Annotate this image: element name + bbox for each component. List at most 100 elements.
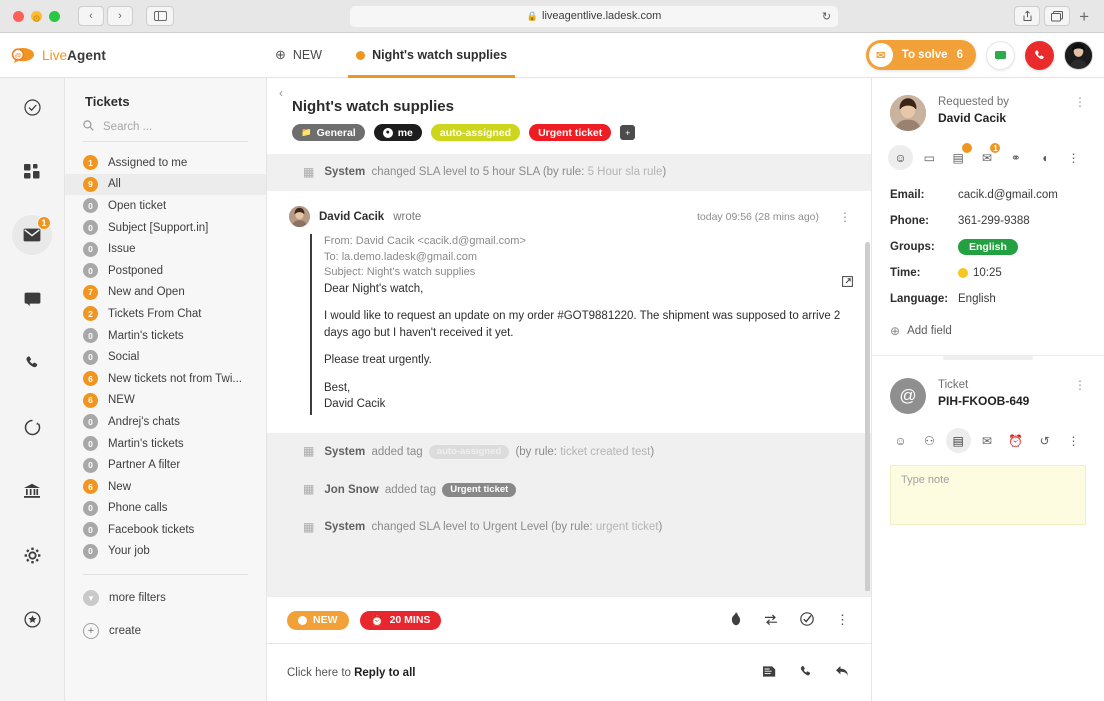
back-button[interactable]: ‹ <box>78 6 104 26</box>
alarm-icon[interactable]: ⏰ <box>1003 428 1028 453</box>
sidebar-filter-item[interactable]: 0 Subject [Support.in] <box>65 217 266 239</box>
close-window-button[interactable] <box>13 10 24 22</box>
requested-by-caption: Requested by <box>938 96 1009 108</box>
rail-item-settings[interactable] <box>12 535 52 575</box>
tab-nights-watch-supplies[interactable]: Night's watch supplies <box>339 33 524 78</box>
chat-status-button[interactable] <box>986 40 1015 70</box>
reply-icon[interactable] <box>835 665 849 680</box>
ticket-more-icon[interactable]: ⋮ <box>1074 378 1086 392</box>
sidebar-filter-item[interactable]: 0 Issue <box>65 238 266 260</box>
scrollbar-thumb[interactable] <box>865 242 870 591</box>
resolve-icon[interactable] <box>800 611 814 629</box>
reply-bar[interactable]: Click here to Reply to all <box>267 643 871 701</box>
note-icon[interactable] <box>762 665 776 681</box>
sidebar-filter-item[interactable]: 0 Partner A filter <box>65 454 266 476</box>
browser-nav[interactable]: ‹ › <box>78 6 133 26</box>
toggle-sidebar-button[interactable] <box>146 6 174 26</box>
primary-nav-rail: 1 <box>0 78 65 701</box>
more-filters-button[interactable]: ▾ more filters <box>65 586 266 610</box>
twitter-icon[interactable]: ◖ <box>1032 145 1057 170</box>
sidebar-filter-item[interactable]: 0 Your job <box>65 541 266 563</box>
new-tab-button[interactable]: + <box>1074 8 1094 25</box>
to-solve-label: To solve <box>901 49 948 61</box>
sidebar-filter-item[interactable]: 0 Martin's tickets <box>65 433 266 455</box>
sidebar-filter-item[interactable]: 0 Phone calls <box>65 498 266 520</box>
group-icon[interactable]: ⚇ <box>917 428 942 453</box>
sla-pill[interactable]: ⏰ 20 MINS <box>359 610 442 630</box>
sidebar-filter-item[interactable]: 0 Facebook tickets <box>65 519 266 541</box>
requester-more-icon[interactable]: ⋮ <box>1074 95 1086 109</box>
note-input[interactable]: Type note <box>890 465 1086 525</box>
message-card: David Cacik wrote today 09:56 (28 mins a… <box>267 191 871 433</box>
sidebar-filter-item[interactable]: 6 New tickets not from Twi... <box>65 368 266 390</box>
minimize-window-button[interactable] <box>31 10 42 22</box>
tabs-overview-icon[interactable] <box>1044 6 1071 26</box>
rail-item-tickets[interactable]: 1 <box>12 215 52 255</box>
sidebar-filter-item[interactable]: 1 Assigned to me <box>65 152 266 174</box>
sidebar-filter-item[interactable]: 0 Social <box>65 346 266 368</box>
rail-item-calls[interactable] <box>12 343 52 383</box>
tag-general[interactable]: 📁 General <box>292 124 365 141</box>
reply-prompt[interactable]: Click here to Reply to all <box>287 667 415 679</box>
rail-item-knowledge-base[interactable] <box>12 471 52 511</box>
search-input[interactable] <box>103 121 243 133</box>
add-field-button[interactable]: ⊕ Add field <box>890 324 1086 338</box>
user-avatar[interactable] <box>1064 40 1093 70</box>
add-tag-button[interactable]: + <box>620 125 636 140</box>
rail-item-help[interactable] <box>12 599 52 639</box>
transfer-icon[interactable] <box>764 613 778 628</box>
flame-icon[interactable] <box>730 611 742 629</box>
more-options-icon[interactable]: ⋮ <box>1061 145 1086 170</box>
more-options-icon[interactable]: ⋮ <box>836 612 849 628</box>
rail-item-chats[interactable] <box>12 279 52 319</box>
link-icon[interactable]: ⚭ <box>1003 145 1028 170</box>
person-icon[interactable]: ☺ <box>888 428 913 453</box>
liveagent-logo[interactable]: @ LiveAgent <box>0 46 258 65</box>
history-icon[interactable]: ↺ <box>1032 428 1057 453</box>
contact-tab-icons: ☺ ▭ ▤ ✉ 1 ⚭ ◖ ⋮ <box>888 142 1086 170</box>
to-solve-button[interactable]: ✉ To solve 6 <box>865 40 976 70</box>
person-icon[interactable]: ☺ <box>888 145 913 170</box>
status-pill-new[interactable]: NEW <box>287 610 349 630</box>
sidebar-filter-item[interactable]: 6 New <box>65 476 266 498</box>
create-filter-button[interactable]: + create <box>65 619 266 643</box>
sidebar-filter-item[interactable]: 6 NEW <box>65 390 266 412</box>
forward-button[interactable]: › <box>107 6 133 26</box>
tag-me[interactable]: ● me <box>373 124 422 141</box>
window-controls[interactable] <box>13 10 60 22</box>
rail-item-reports[interactable] <box>12 407 52 447</box>
rail-item-dashboard[interactable] <box>12 151 52 191</box>
sidebar-filter-item[interactable]: 7 New and Open <box>65 282 266 304</box>
tab-new[interactable]: ⊕ NEW <box>258 33 339 78</box>
mail-icon[interactable]: ✉ 1 <box>974 142 1002 170</box>
panel-resize-handle[interactable] <box>943 356 1033 360</box>
sidebar-filter-item[interactable]: 0 Martin's tickets <box>65 325 266 347</box>
sidebar-filter-item[interactable]: 2 Tickets From Chat <box>65 303 266 325</box>
sidebar-filter-item[interactable]: 9 All <box>65 173 266 196</box>
share-icon[interactable] <box>1014 6 1041 26</box>
conversation-scrollbar[interactable] <box>865 242 870 591</box>
sidebar-filter-item[interactable]: 0 Postponed <box>65 260 266 282</box>
message-more-icon[interactable]: ⋮ <box>839 210 851 224</box>
address-bar[interactable]: 🔒 liveagentlive.ladesk.com ↻ <box>350 5 839 27</box>
notes-icon[interactable]: ▤ <box>945 428 971 453</box>
window-icon[interactable]: ▭ <box>917 145 942 170</box>
mail-icon[interactable]: ✉ <box>974 428 999 453</box>
sidebar-filter-item[interactable]: 0 Open ticket <box>65 195 266 217</box>
rail-item-tasks[interactable] <box>12 87 52 127</box>
notes-icon[interactable]: ▤ <box>946 142 973 170</box>
open-in-new-window-icon[interactable] <box>842 276 853 290</box>
sidebar-search[interactable] <box>83 120 248 142</box>
maximize-window-button[interactable] <box>49 10 60 22</box>
more-options-icon[interactable]: ⋮ <box>1061 428 1086 453</box>
call-icon[interactable] <box>799 665 812 681</box>
tag-urgent-ticket[interactable]: Urgent ticket <box>529 124 612 141</box>
back-chevron-icon[interactable]: ‹ <box>279 86 283 100</box>
sidebar-filter-item[interactable]: 0 Andrej's chats <box>65 411 266 433</box>
tag-auto-assigned[interactable]: auto-assigned <box>430 124 521 141</box>
reload-icon[interactable]: ↻ <box>822 10 831 23</box>
message-urgent-line: Please treat urgently. <box>324 354 432 366</box>
call-status-button[interactable] <box>1025 40 1054 70</box>
reply-prefix: Click here to <box>287 666 355 679</box>
filter-count-badge: 6 <box>83 392 98 408</box>
